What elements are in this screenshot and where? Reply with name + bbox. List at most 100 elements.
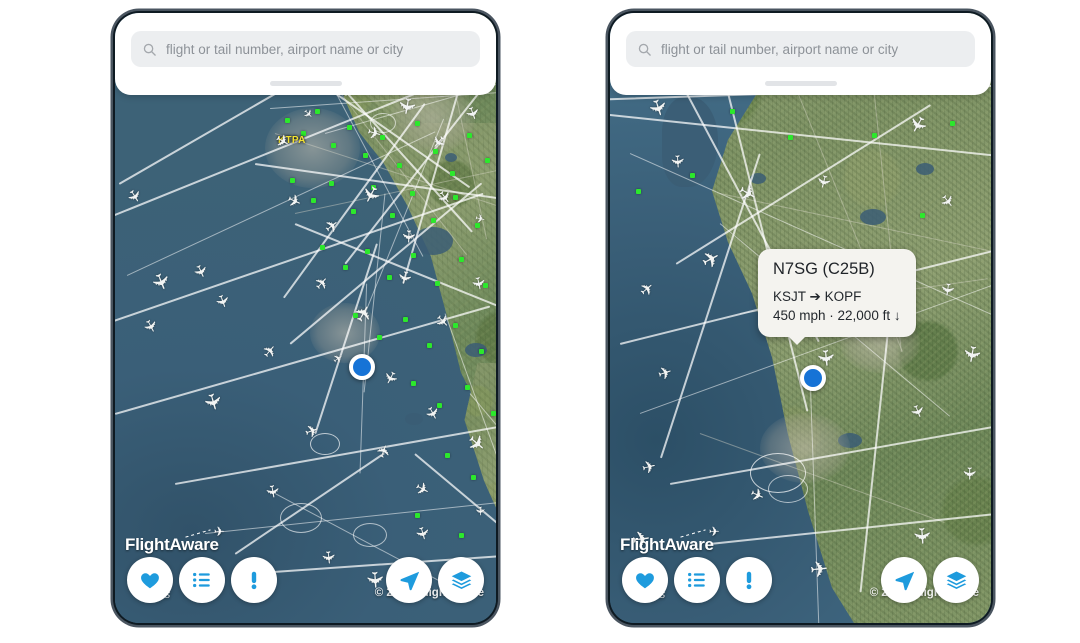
alerts-button[interactable] [231,557,277,603]
alerts-button[interactable] [726,557,772,603]
callout-route: KSJT ➔ KOPF [773,289,862,304]
adsb-target [403,317,408,322]
screenshot-stage: KTPA ✈ ✈ ✈ ✈ ✈ ✈ ✈ ✈ ✈ ✈ ✈ ✈ ✈ ✈ ✈ ✈ ✈ ✈ [0,0,1080,643]
adsb-target [320,245,325,250]
aircraft-icon[interactable]: ✈ [398,229,417,244]
adsb-target [465,385,470,390]
adsb-target [311,198,316,203]
adsb-target [290,178,295,183]
aircraft-icon[interactable]: ✈ [393,95,421,117]
aircraft-icon[interactable]: ✈ [937,281,958,298]
flightaware-logo-text: FlightAware [125,535,219,554]
list-icon [193,572,210,588]
holding-pattern [353,523,387,547]
airplane-icon: ✈ [213,524,225,539]
adsb-target [410,191,415,196]
adsb-target [329,181,334,186]
lake-small-d [405,413,423,425]
layers-button[interactable] [438,557,484,603]
adsb-target [331,143,336,148]
adsb-target [411,253,416,258]
adsb-target [788,135,793,140]
search-placeholder-text: flight or tail number, airport name or c… [166,41,404,57]
holding-pattern [768,475,808,503]
map-canvas-left[interactable]: KTPA ✈ ✈ ✈ ✈ ✈ ✈ ✈ ✈ ✈ ✈ ✈ ✈ ✈ ✈ ✈ ✈ ✈ ✈ [115,13,496,623]
adsb-target [950,121,955,126]
adsb-target [411,381,416,386]
list-icon [688,572,705,588]
adsb-target [431,218,436,223]
adsb-target [377,335,382,340]
flightaware-logo: FlightAware ✈ [125,524,225,555]
flightaware-logo: FlightAware ✈ [620,524,720,555]
adsb-target [343,265,348,270]
flight-list-button[interactable] [674,557,720,603]
heart-icon [141,573,159,589]
aircraft-icon[interactable]: ✈ [262,483,283,500]
sheet-grabber[interactable] [764,81,837,86]
aircraft-icon[interactable]: ✈ [960,466,979,480]
adsb-target [397,163,402,168]
aircraft-icon[interactable]: ✈ [958,343,986,365]
adsb-target [459,533,464,538]
adsb-target [450,171,455,176]
adsb-target [427,343,432,348]
search-placeholder-text: flight or tail number, airport name or c… [661,41,899,57]
heart-icon [636,573,654,589]
navigation-arrow-icon [894,571,914,590]
lake-small-c [916,163,934,175]
aircraft-icon[interactable]: ✈ [318,549,338,565]
favorites-button[interactable] [622,557,668,603]
locate-button[interactable] [881,557,927,603]
aircraft-icon[interactable]: ✈ [909,526,935,546]
sheet-grabber[interactable] [269,81,342,86]
adsb-target [363,153,368,158]
adsb-target [415,121,420,126]
aircraft-callout[interactable]: N7SG (C25B) KSJT ➔ KOPF 450 mph · 22,000… [758,249,916,346]
phone-frame-right: ✈ ✈ ✈ ✈ ✈ ✈ ✈ ✈ ✈ ✈ ✈ ✈ ✈ ✈ ✈ ✈ ✈ ✈ ✈ ✈ [608,11,993,625]
adsb-target [730,109,735,114]
phone-screen-right: ✈ ✈ ✈ ✈ ✈ ✈ ✈ ✈ ✈ ✈ ✈ ✈ ✈ ✈ ✈ ✈ ✈ ✈ ✈ ✈ [610,13,991,623]
airplane-icon: ✈ [708,524,720,539]
aircraft-icon[interactable]: ✈ [473,506,487,517]
holding-pattern [280,503,322,533]
search-icon [638,43,651,56]
callout-speed-altitude: 450 mph · 22,000 ft ↓ [773,308,901,324]
layers-icon [946,570,966,589]
aircraft-icon[interactable]: ✈ [667,154,687,170]
search-input[interactable]: flight or tail number, airport name or c… [131,31,480,67]
callout-flight-ident: N7SG (C25B) [773,260,875,278]
exclamation-icon [251,571,257,590]
adsb-target [365,249,370,254]
layers-icon [451,570,471,589]
adsb-target [690,173,695,178]
flightaware-logo-text: FlightAware [620,535,714,554]
adsb-target [920,213,925,218]
search-sheet: flight or tail number, airport name or c… [115,13,496,95]
adsb-target [390,213,395,218]
navigation-arrow-icon [399,571,419,590]
phone-frame-left: KTPA ✈ ✈ ✈ ✈ ✈ ✈ ✈ ✈ ✈ ✈ ✈ ✈ ✈ ✈ ✈ ✈ ✈ ✈ [113,11,498,625]
search-sheet: flight or tail number, airport name or c… [610,13,991,95]
search-input[interactable]: flight or tail number, airport name or c… [626,31,975,67]
search-icon [143,43,156,56]
flight-list-button[interactable] [179,557,225,603]
adsb-target [285,118,290,123]
selected-aircraft-marker[interactable] [349,354,375,380]
exclamation-icon [746,571,752,590]
adsb-target [491,411,496,416]
locate-button[interactable] [386,557,432,603]
adsb-target [415,513,420,518]
adsb-target [636,189,641,194]
adsb-target [351,209,356,214]
adsb-target [453,323,458,328]
adsb-target [479,349,484,354]
adsb-target [467,133,472,138]
layers-button[interactable] [933,557,979,603]
selected-aircraft-marker[interactable] [800,365,826,391]
adsb-target [387,275,392,280]
adsb-target [435,281,440,286]
map-canvas-right[interactable]: ✈ ✈ ✈ ✈ ✈ ✈ ✈ ✈ ✈ ✈ ✈ ✈ ✈ ✈ ✈ ✈ ✈ ✈ ✈ ✈ [610,13,991,623]
favorites-button[interactable] [127,557,173,603]
aircraft-icon[interactable]: ✈ [809,556,830,583]
